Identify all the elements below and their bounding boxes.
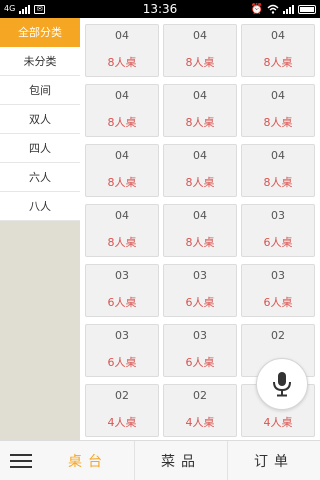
- table-seat-count: 03: [271, 209, 285, 222]
- table-card[interactable]: 04 8人桌: [163, 84, 237, 137]
- table-type-label: 6人桌: [107, 356, 137, 369]
- table-seat-count: 04: [193, 149, 207, 162]
- table-seat-count: 04: [271, 149, 285, 162]
- battery-icon: [298, 4, 316, 14]
- sidebar-category-item[interactable]: 六人: [0, 163, 80, 192]
- table-seat-count: 04: [271, 89, 285, 102]
- bottom-nav: 桌台 菜品 订单: [0, 440, 320, 480]
- table-card[interactable]: 04 8人桌: [163, 24, 237, 77]
- table-type-label: 4人桌: [107, 416, 137, 429]
- table-seat-count: 04: [115, 209, 129, 222]
- sidebar-category-item[interactable]: 双人: [0, 105, 80, 134]
- table-seat-count: 03: [115, 269, 129, 282]
- message-icon: ✉: [34, 4, 46, 14]
- sidebar-category-item[interactable]: 未分类: [0, 47, 80, 76]
- status-left: 4G ✉: [4, 4, 46, 14]
- category-sidebar: 全部分类 未分类 包间 双人 四人 六人 八人: [0, 18, 80, 440]
- table-type-label: 8人桌: [107, 236, 137, 249]
- table-card[interactable]: 04 8人桌: [85, 84, 159, 137]
- wifi-icon: [267, 4, 279, 14]
- table-type-label: 4人桌: [263, 416, 293, 429]
- table-card[interactable]: 03 6人桌: [163, 264, 237, 317]
- table-type-label: 8人桌: [263, 176, 293, 189]
- table-card[interactable]: 04 8人桌: [241, 24, 315, 77]
- table-card[interactable]: 04 8人桌: [85, 24, 159, 77]
- signal-icon: [19, 4, 31, 14]
- table-seat-count: 04: [271, 29, 285, 42]
- menu-icon: [10, 454, 32, 468]
- menu-button[interactable]: [0, 441, 42, 480]
- bottom-tabs: 桌台 菜品 订单: [42, 441, 320, 480]
- table-card[interactable]: 04 8人桌: [85, 204, 159, 257]
- table-type-label: 6人桌: [263, 236, 293, 249]
- table-seat-count: 02: [271, 329, 285, 342]
- table-card[interactable]: 04 8人桌: [241, 84, 315, 137]
- table-card[interactable]: 04 8人桌: [241, 144, 315, 197]
- table-type-label: 8人桌: [263, 56, 293, 69]
- table-seat-count: 04: [193, 89, 207, 102]
- table-seat-count: 04: [115, 89, 129, 102]
- table-type-label: 8人桌: [107, 176, 137, 189]
- bottom-tab[interactable]: 订单: [227, 441, 320, 480]
- table-seat-count: 03: [115, 329, 129, 342]
- table-seat-count: 04: [193, 209, 207, 222]
- status-bar: 4G ✉ 13:36 ⏰: [0, 0, 320, 18]
- table-seat-count: 02: [193, 389, 207, 402]
- table-seat-count: 04: [193, 29, 207, 42]
- table-type-label: 6人桌: [185, 356, 215, 369]
- table-card[interactable]: 02 4人桌: [85, 384, 159, 437]
- table-type-label: 6人桌: [185, 296, 215, 309]
- table-type-label: 8人桌: [185, 116, 215, 129]
- table-seat-count: 03: [271, 269, 285, 282]
- status-right: ⏰: [251, 4, 316, 15]
- table-type-label: 8人桌: [185, 56, 215, 69]
- table-card[interactable]: 03 6人桌: [85, 324, 159, 377]
- network-type: 4G: [4, 4, 16, 13]
- bottom-tab[interactable]: 菜品: [134, 441, 227, 480]
- table-seat-count: 03: [193, 329, 207, 342]
- sidebar-category-item[interactable]: 全部分类: [0, 18, 80, 47]
- table-type-label: 8人桌: [107, 116, 137, 129]
- sidebar-category-item[interactable]: 四人: [0, 134, 80, 163]
- table-type-label: 6人桌: [263, 296, 293, 309]
- table-card[interactable]: 03 6人桌: [163, 324, 237, 377]
- table-card[interactable]: 02 4人桌: [163, 384, 237, 437]
- table-card[interactable]: 03 6人桌: [85, 264, 159, 317]
- table-seat-count: 03: [193, 269, 207, 282]
- table-card[interactable]: 04 8人桌: [163, 204, 237, 257]
- sidebar-category-item[interactable]: 包间: [0, 76, 80, 105]
- table-seat-count: 02: [115, 389, 129, 402]
- table-type-label: 8人桌: [107, 56, 137, 69]
- table-type-label: 8人桌: [185, 236, 215, 249]
- table-type-label: 8人桌: [263, 116, 293, 129]
- table-seat-count: 04: [115, 29, 129, 42]
- alarm-icon: ⏰: [250, 3, 263, 15]
- bottom-tab[interactable]: 桌台: [42, 441, 134, 480]
- table-type-label: 4人桌: [185, 416, 215, 429]
- table-card[interactable]: 03 6人桌: [241, 264, 315, 317]
- voice-input-button[interactable]: [256, 358, 308, 410]
- table-card[interactable]: 04 8人桌: [163, 144, 237, 197]
- table-seat-count: 04: [115, 149, 129, 162]
- table-card[interactable]: 03 6人桌: [241, 204, 315, 257]
- table-type-label: 8人桌: [185, 176, 215, 189]
- microphone-icon: [273, 372, 291, 397]
- table-type-label: 6人桌: [107, 296, 137, 309]
- signal-strength-icon: [283, 4, 294, 14]
- sidebar-category-item[interactable]: 八人: [0, 192, 80, 221]
- table-card[interactable]: 04 8人桌: [85, 144, 159, 197]
